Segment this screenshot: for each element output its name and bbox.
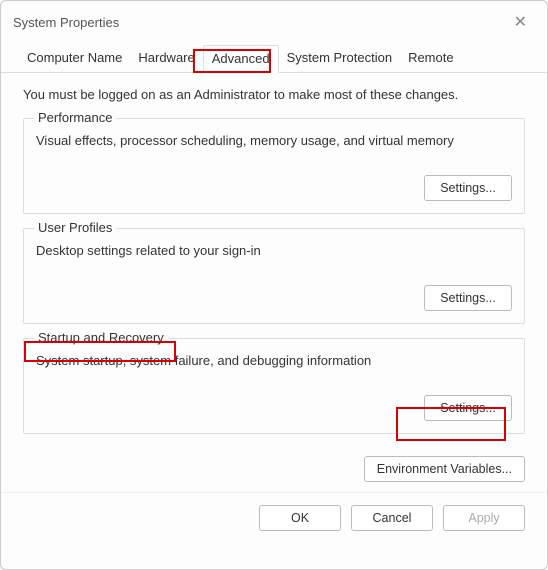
system-properties-window: System Properties ✕ Computer Name Hardwa… (0, 0, 548, 570)
close-icon[interactable]: ✕ (506, 8, 535, 36)
startup-recovery-settings-button[interactable]: Settings... (424, 395, 512, 421)
apply-button[interactable]: Apply (443, 505, 525, 531)
user-profiles-settings-button[interactable]: Settings... (424, 285, 512, 311)
startup-recovery-legend: Startup and Recovery (34, 330, 168, 345)
performance-settings-button[interactable]: Settings... (424, 175, 512, 201)
titlebar: System Properties ✕ (1, 1, 547, 35)
performance-desc: Visual effects, processor scheduling, me… (36, 133, 512, 151)
user-profiles-group: User Profiles Desktop settings related t… (23, 228, 525, 324)
tab-computer-name[interactable]: Computer Name (19, 45, 130, 72)
environment-variables-button[interactable]: Environment Variables... (364, 456, 525, 482)
startup-recovery-group: Startup and Recovery System startup, sys… (23, 338, 525, 434)
performance-legend: Performance (34, 110, 116, 125)
tab-hardware[interactable]: Hardware (130, 45, 202, 72)
cancel-button[interactable]: Cancel (351, 505, 433, 531)
ok-button[interactable]: OK (259, 505, 341, 531)
user-profiles-legend: User Profiles (34, 220, 116, 235)
performance-group: Performance Visual effects, processor sc… (23, 118, 525, 214)
startup-recovery-desc: System startup, system failure, and debu… (36, 353, 512, 371)
tab-advanced[interactable]: Advanced (203, 45, 279, 73)
window-title: System Properties (13, 15, 119, 30)
tab-strip: Computer Name Hardware Advanced System P… (1, 35, 547, 73)
tab-remote[interactable]: Remote (400, 45, 462, 72)
tab-system-protection[interactable]: System Protection (279, 45, 401, 72)
advanced-panel: You must be logged on as an Administrato… (1, 73, 547, 456)
dialog-buttons: OK Cancel Apply (1, 492, 547, 545)
user-profiles-desc: Desktop settings related to your sign-in (36, 243, 512, 261)
intro-text: You must be logged on as an Administrato… (23, 87, 525, 102)
